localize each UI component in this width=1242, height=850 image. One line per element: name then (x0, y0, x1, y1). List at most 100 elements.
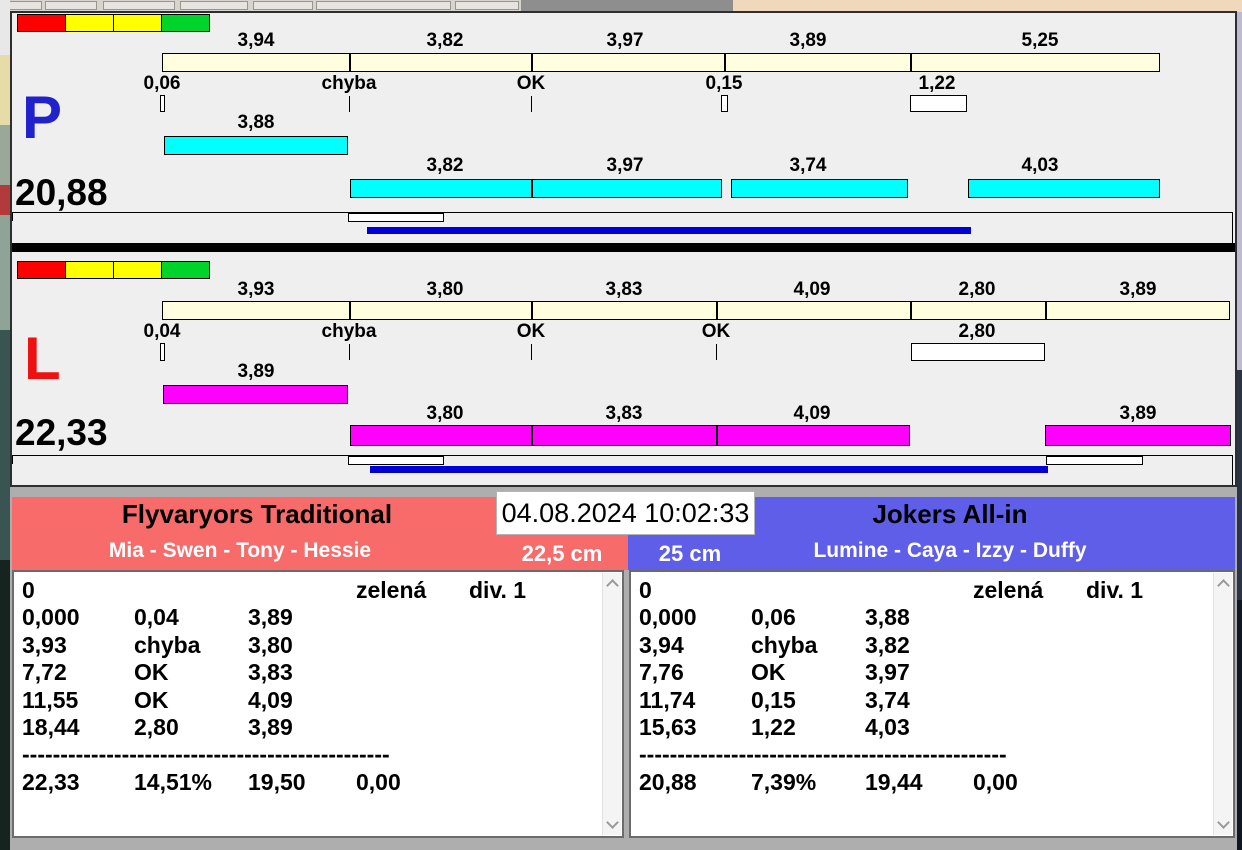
run-divider (716, 426, 718, 445)
team-left-jump-height: 22,5 cm (521, 541, 603, 566)
lane-l-run-label: 3,80 (426, 403, 464, 424)
result-row: 7,76 OK 3,97 (639, 659, 910, 686)
split-divider (349, 54, 351, 71)
team-left-results-text: 0 zelená div. 1 0,000 0,04 3,89 3,93 chyba 3… (14, 577, 602, 796)
split-divider (910, 302, 912, 319)
lane-l-mark-tick-box (911, 343, 1045, 361)
lane-l-mark-label: 2,80 (958, 321, 996, 342)
totals-row: 22,33 14,51% 19,50 0,00 (22, 768, 401, 795)
lane-l-split-label: 2,80 (958, 279, 996, 300)
status-light: zelená (973, 577, 1044, 603)
team-left-members: Mia - Swen - Tony - Hessie (108, 539, 372, 562)
lane-p-split-bar (162, 53, 1160, 72)
lane-p-mark-tick-box (910, 95, 967, 112)
split-divider (716, 302, 718, 319)
team-right-results-panel[interactable]: 0 zelená div. 1 0,000 0,06 3,88 3,94 chyba 3… (629, 570, 1235, 838)
lane-p-first-run-label: 3,88 (237, 112, 275, 133)
lane-p-split-label: 3,82 (426, 30, 464, 51)
lane-l-split-bar (162, 301, 1230, 320)
lane-p-first-run-bar (164, 136, 348, 155)
split-divider (724, 54, 726, 71)
scroll-down-icon[interactable] (1217, 816, 1230, 829)
status-row: 0 zelená div. 1 (631, 577, 1213, 604)
status-penalty: 0 (22, 577, 35, 603)
flyball-timing-app: 3,94 3,82 3,97 3,89 5,25 0,06 chyba OK 0… (0, 0, 1242, 850)
lane-l-start-tick (160, 343, 165, 361)
lane-l-mark-label: chyba (321, 321, 377, 342)
lane-p-baseline-left-tick (12, 212, 13, 221)
datetime-text: 04.08.2024 10:02:33 (501, 497, 750, 528)
top-strip-segment (45, 1, 97, 10)
result-row: 11,74 0,15 3,74 (639, 686, 910, 713)
lane-l-mark-label: 0,04 (143, 321, 181, 342)
top-strip-segment (316, 1, 451, 10)
lane-p-split-label: 5,25 (1021, 30, 1059, 51)
team-left-name: Flyvaryors Traditional (121, 499, 393, 529)
lane-p-run-bar (350, 179, 722, 198)
top-strip-segment (253, 1, 313, 10)
scroll-down-icon[interactable] (606, 816, 619, 829)
lane-p-split-label: 3,94 (237, 30, 275, 51)
lane-p-run-label: 3,97 (606, 155, 644, 176)
scrollbar[interactable] (1213, 573, 1232, 835)
lane-p-white-progress-bar (348, 213, 444, 222)
lane-l-mark-tick (531, 344, 532, 360)
status-division: div. 1 (469, 577, 527, 603)
lane-p-run-label: 3,74 (789, 155, 827, 176)
team-right-results-text: 0 zelená div. 1 0,000 0,06 3,88 3,94 chyba 3… (631, 577, 1213, 796)
scrollbar[interactable] (602, 573, 621, 835)
lane-l-traffic-light-red (17, 261, 66, 279)
background-window-right-sliver (1237, 0, 1242, 850)
lane-p-blue-progress-bar (367, 227, 971, 234)
team-right-jump-height: 25 cm (658, 541, 722, 566)
lane-p-traffic-light-yellow2 (113, 14, 162, 32)
lane-l-split-label: 3,89 (1119, 279, 1157, 300)
lane-l-run-bar (1045, 425, 1231, 446)
lane-p-run-bar (731, 179, 908, 198)
lane-p-mark-tick-box (721, 95, 728, 112)
separator-dashes: ----------------------------------------… (22, 741, 390, 768)
split-divider (531, 302, 533, 319)
lane-l-letter: L (24, 325, 61, 392)
lane-l-mark-label: OK (701, 321, 731, 342)
lane-l-run-label: 4,09 (793, 403, 831, 424)
lane-l-traffic-light-yellow1 (65, 261, 114, 279)
lane-l-split-label: 4,09 (793, 279, 831, 300)
scroll-up-icon[interactable] (1217, 579, 1230, 592)
status-division: div. 1 (1086, 577, 1144, 603)
lane-l-mark-tick (716, 344, 717, 360)
lane-p-baseline-right-edge (1232, 212, 1233, 243)
split-divider (349, 302, 351, 319)
split-divider (910, 54, 912, 71)
lane-l-first-run-label: 3,89 (237, 361, 275, 382)
lane-l-baseline-left-tick (12, 455, 13, 464)
lane-p-run-label: 3,82 (426, 155, 464, 176)
result-row: 18,44 2,80 3,89 (22, 713, 293, 740)
totals-row: 20,88 7,39% 19,44 0,00 (639, 768, 1018, 795)
run-divider (531, 426, 533, 445)
top-strip-segment (455, 1, 519, 10)
status-light: zelená (356, 577, 427, 603)
lane-l-split-label: 3,93 (237, 279, 275, 300)
team-left-results-panel[interactable]: 0 zelená div. 1 0,000 0,04 3,89 3,93 chyba 3… (12, 570, 624, 838)
lane-p-mark-label: 1,22 (918, 73, 956, 94)
lane-p-baseline (12, 212, 1233, 213)
lane-p-run-bar (968, 179, 1160, 198)
datetime-box: 04.08.2024 10:02:33 (496, 491, 755, 535)
split-divider (531, 54, 533, 71)
lane-p-total-time: 20,88 (15, 172, 108, 213)
top-strip-segment (103, 1, 175, 10)
result-row: 3,93 chyba 3,80 (22, 631, 293, 658)
lane-l-run-bar (350, 425, 910, 446)
scroll-up-icon[interactable] (606, 579, 619, 592)
lane-l-run-label: 3,83 (605, 403, 643, 424)
run-divider (531, 180, 533, 197)
lane-p-split-label: 3,97 (606, 30, 644, 51)
lane-p-split-label: 3,89 (789, 30, 827, 51)
lane-l-traffic-light-green (161, 261, 210, 279)
lane-p-traffic-light-green (161, 14, 210, 32)
lane-p-run-label: 4,03 (1021, 155, 1059, 176)
lane-p-start-tick (160, 95, 165, 112)
result-row: 15,63 1,22 4,03 (639, 713, 910, 740)
lane-p-traffic-light-yellow1 (65, 14, 114, 32)
